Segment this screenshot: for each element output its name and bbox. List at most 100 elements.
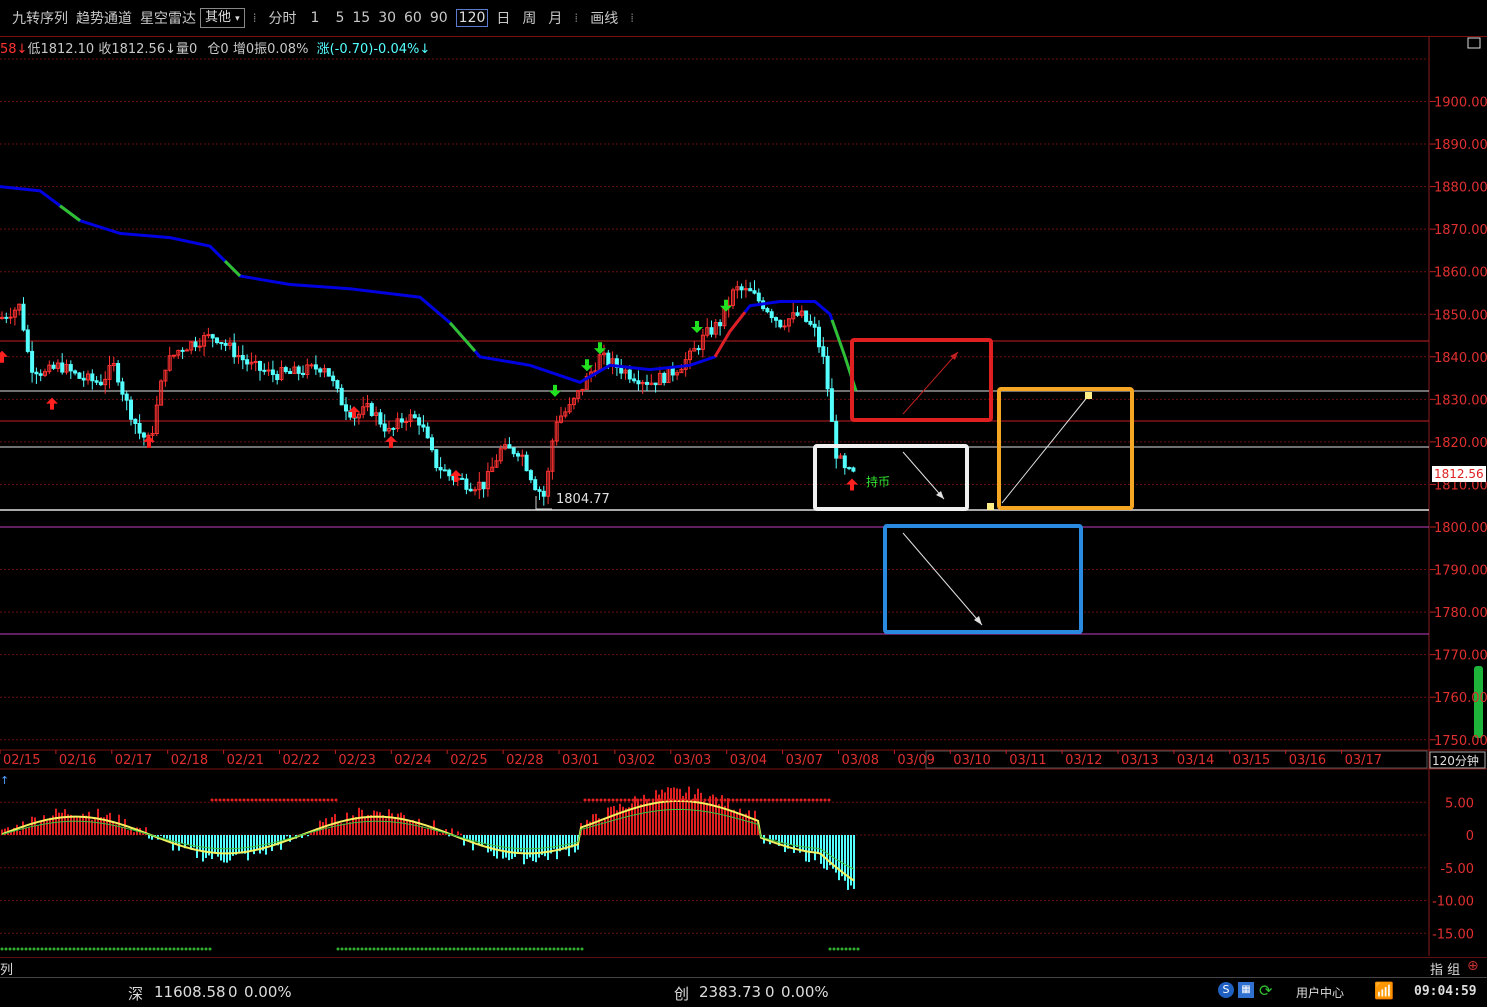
signal-dot bbox=[180, 947, 184, 951]
anchor-handle[interactable] bbox=[1085, 392, 1092, 399]
other-select[interactable]: 其他 ▾ bbox=[200, 8, 245, 28]
signal-dot bbox=[16, 947, 20, 951]
indicator-axis-label: -10.00 bbox=[1432, 895, 1474, 910]
candle-body bbox=[709, 327, 714, 335]
tool-star-radar[interactable]: 星空雷达 bbox=[140, 8, 196, 28]
date-label: 02/22 bbox=[283, 753, 320, 768]
tool-trend-channel[interactable]: 趋势通道 bbox=[76, 8, 132, 28]
s-icon[interactable]: S bbox=[1218, 982, 1234, 998]
signal-dot bbox=[472, 947, 476, 951]
low-price-label: 1804.77 bbox=[556, 492, 610, 507]
candle-body bbox=[326, 368, 331, 377]
signal-dot bbox=[124, 947, 128, 951]
candle-body bbox=[68, 364, 73, 372]
signal-dot bbox=[322, 798, 326, 802]
separator-icon: ⁞ bbox=[252, 11, 257, 25]
candle-body bbox=[301, 372, 305, 375]
candle-body bbox=[266, 369, 271, 372]
price-label: 1860.00 bbox=[1434, 266, 1487, 281]
signal-dot bbox=[803, 798, 807, 802]
market-icon[interactable]: ▦ bbox=[1238, 982, 1254, 998]
candle-body bbox=[81, 377, 86, 381]
tab-left[interactable]: 列 bbox=[0, 959, 13, 978]
candle-body bbox=[632, 378, 637, 382]
period-intraday[interactable]: 分时 bbox=[269, 8, 297, 28]
signal-dot bbox=[476, 947, 480, 951]
signal-dot bbox=[318, 798, 322, 802]
date-label: 03/10 bbox=[953, 753, 990, 768]
candle-body bbox=[425, 426, 430, 439]
signal-dot bbox=[80, 947, 84, 951]
orange-scenario-box[interactable] bbox=[997, 387, 1134, 510]
add-tab-icon[interactable]: ⊕ bbox=[1467, 958, 1479, 974]
period-5[interactable]: 5 bbox=[335, 10, 344, 26]
signal-dot bbox=[488, 947, 492, 951]
signal-dot bbox=[336, 947, 340, 951]
signal-dot bbox=[192, 947, 196, 951]
period-15[interactable]: 15 bbox=[352, 10, 370, 26]
shen-value: 11608.58 bbox=[154, 983, 226, 1001]
period-60[interactable]: 60 bbox=[404, 10, 422, 26]
signal-dot bbox=[631, 798, 635, 802]
trend-highlight-segment bbox=[223, 259, 242, 278]
candle-body bbox=[774, 317, 778, 321]
candle-body bbox=[38, 373, 43, 376]
period-month[interactable]: 月 bbox=[548, 8, 562, 28]
candle-body bbox=[172, 354, 176, 357]
candle-body bbox=[4, 316, 9, 319]
candle-body bbox=[795, 312, 800, 316]
signal-dot bbox=[392, 947, 396, 951]
signal-dot bbox=[723, 798, 727, 802]
blue-scenario-box[interactable] bbox=[883, 524, 1083, 634]
period-week[interactable]: 周 bbox=[522, 8, 536, 28]
candle-body bbox=[847, 467, 852, 470]
tab-right[interactable]: 指 组 bbox=[1430, 959, 1460, 978]
signal-dot bbox=[440, 947, 444, 951]
candlesticks bbox=[0, 279, 856, 506]
refresh-icon[interactable]: ⟳ bbox=[1259, 981, 1272, 1000]
period-day[interactable]: 日 bbox=[496, 8, 510, 28]
date-label: 03/02 bbox=[618, 753, 655, 768]
candle-body bbox=[817, 326, 821, 348]
window-toggle-icon[interactable] bbox=[1467, 37, 1481, 49]
arrow-head-icon bbox=[936, 491, 944, 499]
signal-dot bbox=[242, 798, 246, 802]
signal-dot bbox=[492, 947, 496, 951]
period-120[interactable]: 120 bbox=[455, 9, 489, 27]
signal-dot bbox=[556, 947, 560, 951]
candle-body bbox=[223, 342, 228, 346]
signal-dot bbox=[456, 947, 460, 951]
user-center-link[interactable]: 用户中心 bbox=[1296, 984, 1344, 1001]
signal-dot bbox=[32, 947, 36, 951]
signal-dot bbox=[152, 947, 156, 951]
candle-body bbox=[460, 477, 465, 480]
chart-canvas[interactable]: 1804.77 持币 02/15 02/16 02/17 02/18 02/21 02/2… bbox=[0, 36, 1487, 977]
candle-body bbox=[782, 325, 787, 328]
candle-body bbox=[417, 417, 422, 426]
candle-body bbox=[541, 490, 546, 497]
candle-body bbox=[258, 360, 262, 371]
orange-arrow-line bbox=[1001, 394, 1090, 504]
date-label: 02/25 bbox=[450, 753, 487, 768]
period-30[interactable]: 30 bbox=[378, 10, 396, 26]
candle-body bbox=[309, 364, 314, 367]
period-1[interactable]: 1 bbox=[311, 10, 320, 26]
tool-nine-sequence[interactable]: 九转序列 bbox=[12, 8, 68, 28]
signal-dot bbox=[544, 947, 548, 951]
indicator-line-green bbox=[1, 808, 855, 870]
candle-body bbox=[219, 342, 224, 345]
toolbar: 九转序列 趋势通道 星空雷达 其他 ▾ ⁞ 分时 1 5 15 30 60 90… bbox=[0, 0, 1487, 37]
candle-body bbox=[51, 364, 56, 369]
signal-dot bbox=[540, 947, 544, 951]
draw-line-button[interactable]: 画线 bbox=[590, 8, 618, 28]
candle-body bbox=[34, 371, 39, 375]
red-scenario-box[interactable] bbox=[850, 338, 993, 422]
signal-dot bbox=[84, 947, 88, 951]
signal-dot bbox=[210, 798, 214, 802]
anchor-handle[interactable] bbox=[987, 503, 994, 510]
period-90[interactable]: 90 bbox=[430, 10, 448, 26]
candle-body bbox=[851, 467, 856, 472]
signal-dot bbox=[852, 947, 856, 951]
signal-dot bbox=[136, 947, 140, 951]
price-label: 1840.00 bbox=[1434, 351, 1487, 366]
